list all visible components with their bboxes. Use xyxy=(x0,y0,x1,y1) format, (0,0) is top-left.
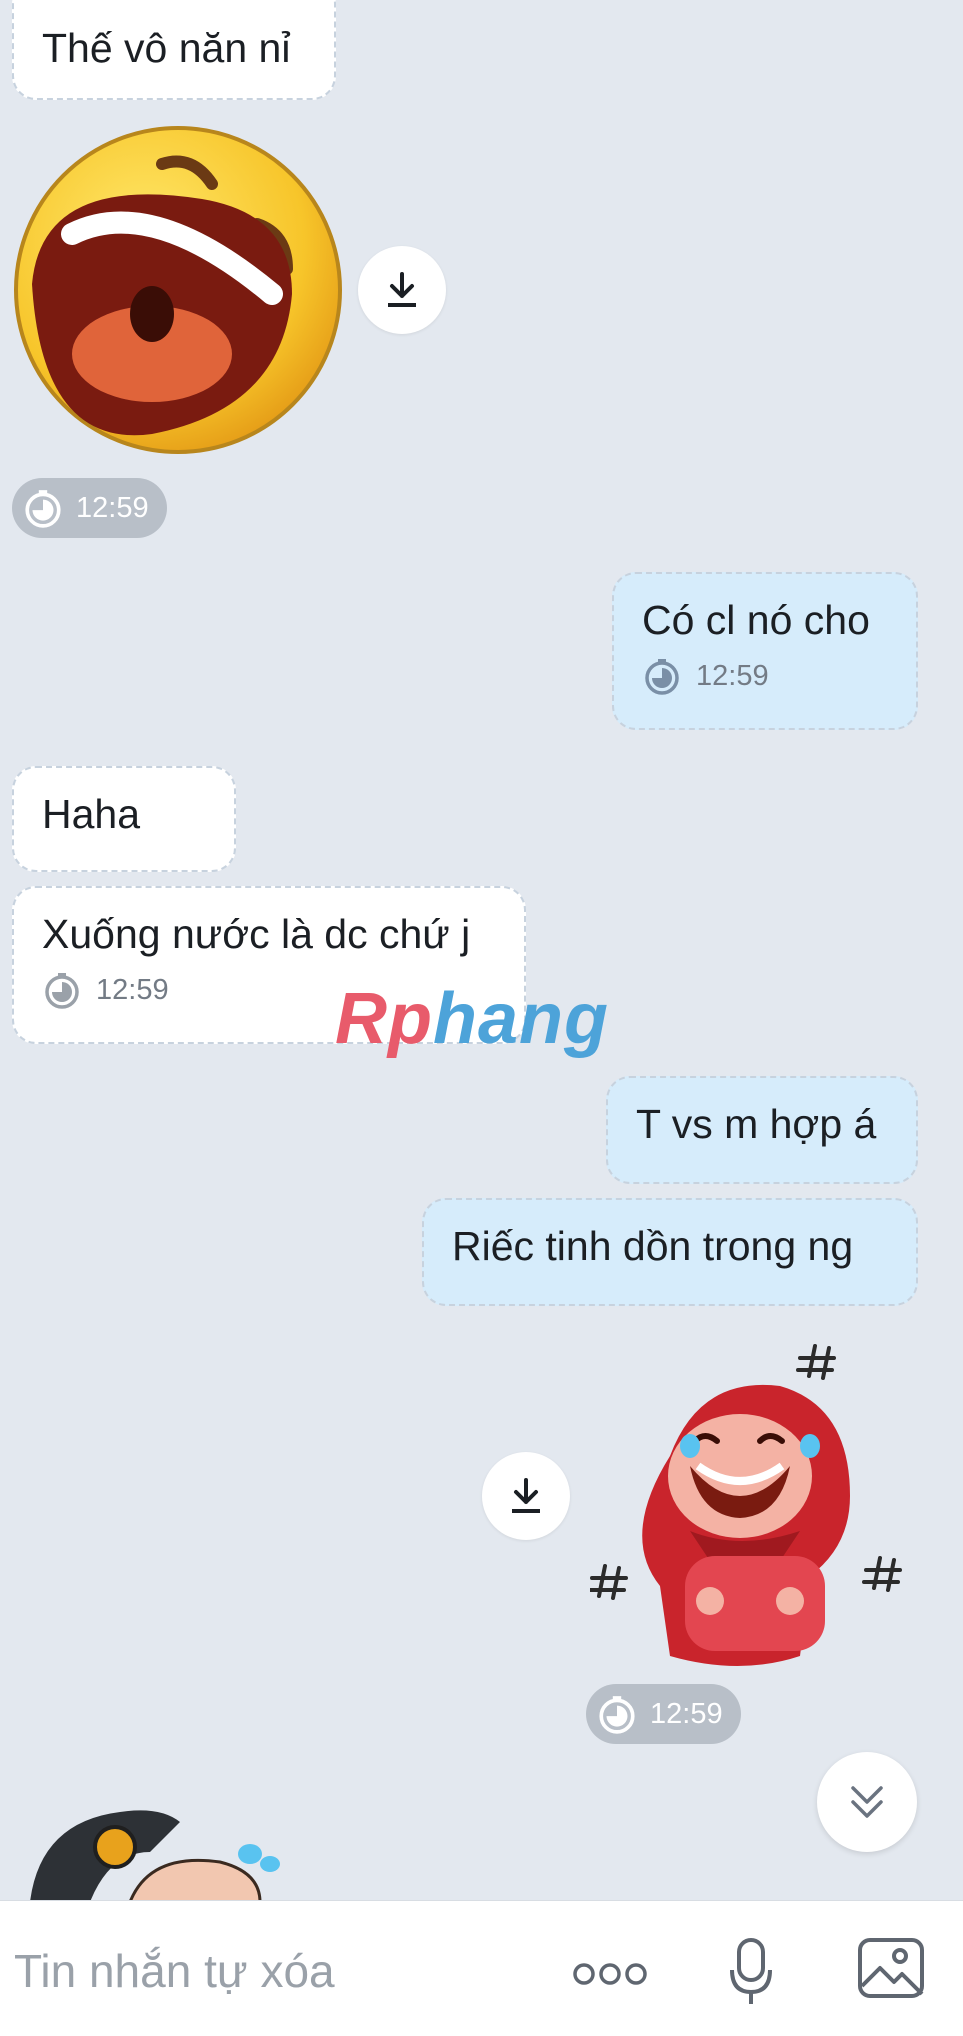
microphone-icon[interactable] xyxy=(729,1936,773,2008)
message-composer: Tin nhắn tự xóa xyxy=(0,1900,963,2036)
timer-icon xyxy=(45,973,79,1009)
scroll-to-bottom-button[interactable] xyxy=(817,1752,917,1852)
message-bubble-sent[interactable]: Riếc tinh dồn trong ng xyxy=(422,1198,918,1306)
image-icon[interactable] xyxy=(856,1936,926,2000)
time-pill: 12:59 xyxy=(586,1684,741,1744)
message-bubble-received[interactable]: Haha xyxy=(12,766,236,872)
partial-sticker[interactable] xyxy=(20,1802,290,1900)
message-text: Có cl nó cho xyxy=(642,597,870,643)
message-text: Haha xyxy=(42,791,141,837)
laughing-emoji-sticker[interactable] xyxy=(12,124,344,456)
download-button[interactable] xyxy=(482,1452,570,1540)
message-text: T vs m hợp á xyxy=(636,1101,877,1147)
timer-icon xyxy=(599,1696,635,1734)
message-time: 12:59 xyxy=(96,974,169,1006)
timer-icon xyxy=(25,490,61,528)
message-meta: 12:59 xyxy=(642,656,888,696)
message-time: 12:59 xyxy=(76,491,149,524)
message-time: 12:59 xyxy=(696,660,769,692)
message-bubble-sent[interactable]: Có cl nó cho 12:59 xyxy=(612,572,918,730)
chat-area[interactable]: Thế vô năn nỉ 12:59 Có cl nó cho 12:59 H… xyxy=(0,0,963,1900)
download-icon xyxy=(388,272,416,307)
download-button[interactable] xyxy=(358,246,446,334)
message-text: Riếc tinh dồn trong ng xyxy=(452,1223,854,1269)
message-input[interactable]: Tin nhắn tự xóa xyxy=(14,1945,335,1997)
message-text: Thế vô năn nỉ xyxy=(42,25,291,71)
message-bubble-sent[interactable]: T vs m hợp á xyxy=(606,1076,918,1184)
time-pill: 12:59 xyxy=(12,478,167,538)
download-icon xyxy=(512,1478,540,1513)
double-chevron-down-icon xyxy=(851,1786,883,1818)
timer-icon xyxy=(645,659,679,695)
watermark-logo: Rphang xyxy=(335,979,609,1059)
message-time: 12:59 xyxy=(650,1697,723,1730)
message-bubble-received[interactable]: Thế vô năn nỉ xyxy=(12,0,336,100)
more-dots-icon[interactable] xyxy=(572,1960,648,1988)
laughing-girl-sticker[interactable] xyxy=(590,1336,920,1666)
message-text: Xuống nước là dc chứ j xyxy=(42,911,471,957)
